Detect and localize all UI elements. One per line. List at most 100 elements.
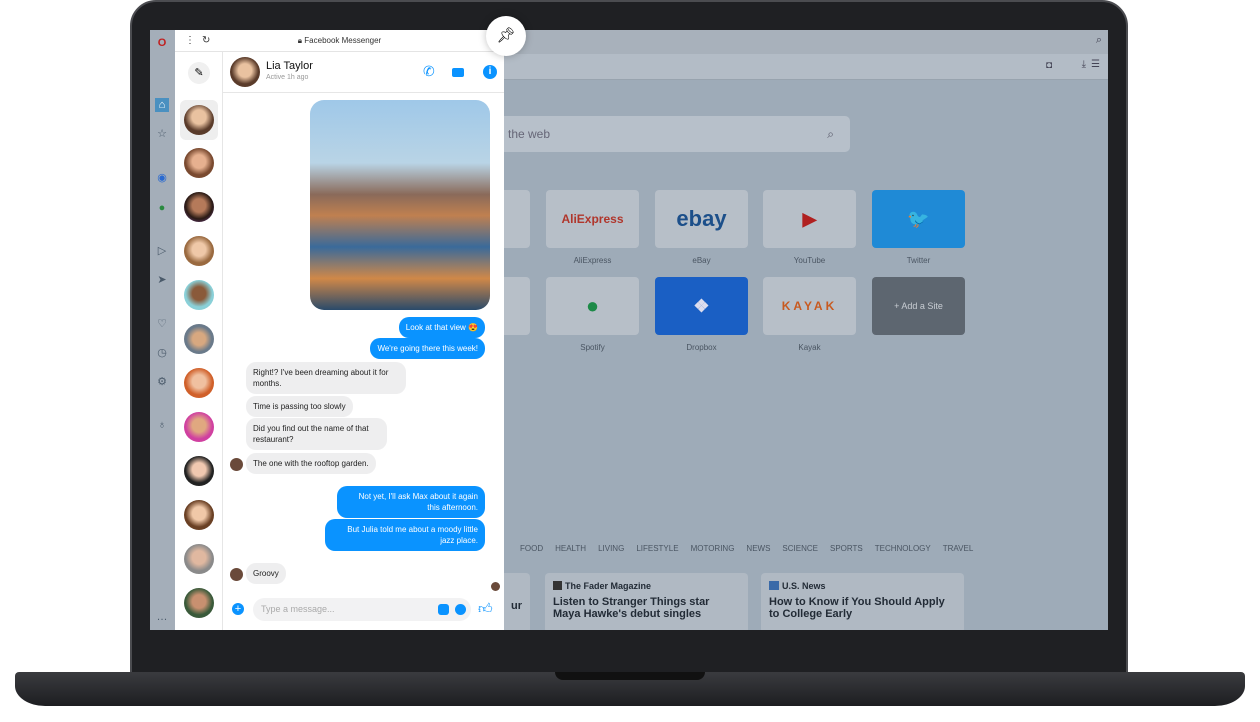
settings-sliders-icon[interactable]: ☰ bbox=[1091, 59, 1100, 70]
speed-dial-youtube[interactable]: ▶ bbox=[763, 190, 856, 248]
category-food[interactable]: FOOD bbox=[520, 544, 543, 553]
message-received: Did you find out the name of that restau… bbox=[246, 418, 387, 450]
search-icon[interactable]: ⌕ bbox=[827, 116, 834, 152]
message-placeholder: Type a message... bbox=[261, 604, 335, 614]
contact-name: Lia Taylor bbox=[266, 60, 313, 72]
avatar[interactable] bbox=[184, 456, 214, 486]
laptop-base bbox=[15, 672, 1245, 706]
tile-label: Spotify bbox=[580, 343, 605, 352]
contact-status: Active 1h ago bbox=[266, 74, 309, 81]
heart-icon[interactable]: ♡ bbox=[155, 317, 169, 331]
whatsapp-icon[interactable]: ● bbox=[155, 201, 169, 215]
speed-dial-ebay[interactable]: ebay bbox=[655, 190, 748, 248]
category-technology[interactable]: TECHNOLOGY bbox=[875, 544, 931, 553]
conversation-list: ✎ bbox=[175, 52, 223, 630]
contact-avatar-small bbox=[230, 568, 243, 581]
avatar[interactable] bbox=[184, 105, 214, 135]
messenger-panel: ⋮ ↻ 🔒︎ Facebook Messenger ✎ Lia Taylor A… bbox=[175, 30, 504, 630]
seen-indicator-avatar bbox=[491, 582, 500, 591]
star-icon[interactable]: ☆ bbox=[155, 127, 169, 141]
info-icon[interactable]: i bbox=[483, 65, 497, 79]
news-title: How to Know if You Should Apply to Colle… bbox=[769, 596, 945, 620]
avatar[interactable] bbox=[184, 500, 214, 530]
avatar[interactable] bbox=[184, 544, 214, 574]
search-field[interactable]: the web ⌕ bbox=[480, 116, 850, 152]
category-living[interactable]: LIVING bbox=[598, 544, 624, 553]
category-news[interactable]: NEWS bbox=[746, 544, 770, 553]
message-received: The one with the rooftop garden. bbox=[246, 453, 376, 474]
player-icon[interactable]: ▷ bbox=[155, 244, 169, 258]
message-sent: Look at that view 😍 bbox=[398, 317, 485, 338]
phone-icon[interactable]: ✆ bbox=[423, 63, 435, 80]
send-icon[interactable]: ➤ bbox=[155, 273, 169, 287]
message-received: Groovy bbox=[246, 563, 286, 584]
add-icon[interactable]: + bbox=[232, 603, 244, 615]
lightbulb-icon[interactable]: ♁ bbox=[155, 418, 169, 432]
messenger-icon[interactable]: ◉ bbox=[155, 171, 169, 185]
sticker-icon[interactable] bbox=[438, 604, 449, 615]
search-tabs-icon[interactable]: ⌕ bbox=[1096, 34, 1102, 47]
category-health[interactable]: HEALTH bbox=[555, 544, 586, 553]
tile-label: Kayak bbox=[798, 343, 821, 352]
pin-button[interactable]: 📌︎ bbox=[486, 16, 526, 56]
compose-icon[interactable]: ✎ bbox=[188, 62, 210, 84]
contact-avatar-small bbox=[230, 458, 243, 471]
emoji-icon[interactable] bbox=[455, 604, 466, 615]
avatar[interactable] bbox=[184, 412, 214, 442]
message-sent: But Julia told me about a moody little j… bbox=[325, 519, 485, 551]
category-lifestyle[interactable]: LIFESTYLE bbox=[636, 544, 678, 553]
fader-logo-icon bbox=[553, 581, 562, 590]
speed-dial-twitter[interactable]: 🐦 bbox=[872, 190, 965, 248]
pin-icon: 📌︎ bbox=[496, 27, 516, 44]
avatar[interactable] bbox=[184, 588, 214, 618]
download-icon[interactable]: ⤓ bbox=[1082, 59, 1086, 70]
news-card[interactable]: The Fader Magazine Listen to Stranger Thi… bbox=[545, 573, 748, 630]
camera-icon[interactable]: ◘ bbox=[1046, 60, 1052, 71]
tile-label: Twitter bbox=[906, 256, 931, 265]
reload-icon[interactable]: ↻ bbox=[202, 30, 210, 52]
news-card[interactable]: U.S. News How to Know if You Should Apply… bbox=[761, 573, 964, 630]
more-icon[interactable]: … bbox=[155, 610, 169, 624]
tile-label: Dropbox bbox=[686, 343, 717, 352]
category-science[interactable]: SCIENCE bbox=[782, 544, 818, 553]
news-source: The Fader Magazine bbox=[565, 581, 652, 591]
tile-label: eBay bbox=[692, 256, 711, 265]
category-motoring[interactable]: MOTORING bbox=[691, 544, 735, 553]
message-sent: We're going there this week! bbox=[370, 338, 485, 359]
history-icon[interactable]: ◷ bbox=[155, 346, 169, 360]
avatar[interactable] bbox=[184, 368, 214, 398]
contact-avatar[interactable] bbox=[230, 57, 260, 87]
panel-header: ⋮ ↻ 🔒︎ Facebook Messenger bbox=[175, 30, 504, 52]
avatar[interactable] bbox=[184, 280, 214, 310]
like-icon[interactable]: 👍︎ bbox=[478, 600, 493, 617]
gear-icon[interactable]: ⚙ bbox=[155, 375, 169, 389]
avatar[interactable] bbox=[184, 324, 214, 354]
home-icon[interactable]: ⌂ bbox=[155, 98, 169, 112]
message-input[interactable]: Type a message... bbox=[253, 598, 471, 621]
usnews-logo-icon bbox=[769, 581, 779, 590]
lock-icon: 🔒︎ bbox=[297, 36, 303, 45]
browser-sidebar: O ⌂ ☆ ◉ ● ▷ ➤ ♡ ◷ ⚙ ♁ … bbox=[150, 30, 175, 630]
tile-label: AliExpress bbox=[573, 256, 612, 265]
news-title: Listen to Stranger Things star Maya Hawk… bbox=[553, 596, 710, 620]
add-site-button[interactable]: + Add a Site bbox=[872, 277, 965, 335]
video-icon[interactable] bbox=[452, 68, 464, 77]
chat-header: Lia Taylor Active 1h ago ✆ i bbox=[223, 52, 504, 93]
shared-photo[interactable] bbox=[310, 100, 490, 310]
search-placeholder: the web bbox=[508, 127, 551, 141]
speed-dial-aliexpress[interactable]: AliExpress bbox=[546, 190, 639, 248]
message-sent: Not yet, I'll ask Max about it again thi… bbox=[337, 486, 485, 518]
news-categories: FOOD HEALTH LIVING LIFESTYLE MOTORING NEWS SCI… bbox=[520, 544, 985, 553]
speed-dial-kayak[interactable]: KAYAK bbox=[763, 277, 856, 335]
menu-dots-icon[interactable]: ⋮ bbox=[185, 30, 195, 52]
category-sports[interactable]: SPORTS bbox=[830, 544, 863, 553]
speed-dial-spotify[interactable]: ● bbox=[546, 277, 639, 335]
message-received: Right!? I've been dreaming about it for … bbox=[246, 362, 406, 394]
avatar[interactable] bbox=[184, 148, 214, 178]
opera-logo-icon[interactable]: O bbox=[155, 36, 169, 50]
avatar[interactable] bbox=[184, 236, 214, 266]
speed-dial-dropbox[interactable]: ❖ bbox=[655, 277, 748, 335]
avatar[interactable] bbox=[184, 192, 214, 222]
category-travel[interactable]: TRAVEL bbox=[943, 544, 974, 553]
message-received: Time is passing too slowly bbox=[246, 396, 353, 417]
